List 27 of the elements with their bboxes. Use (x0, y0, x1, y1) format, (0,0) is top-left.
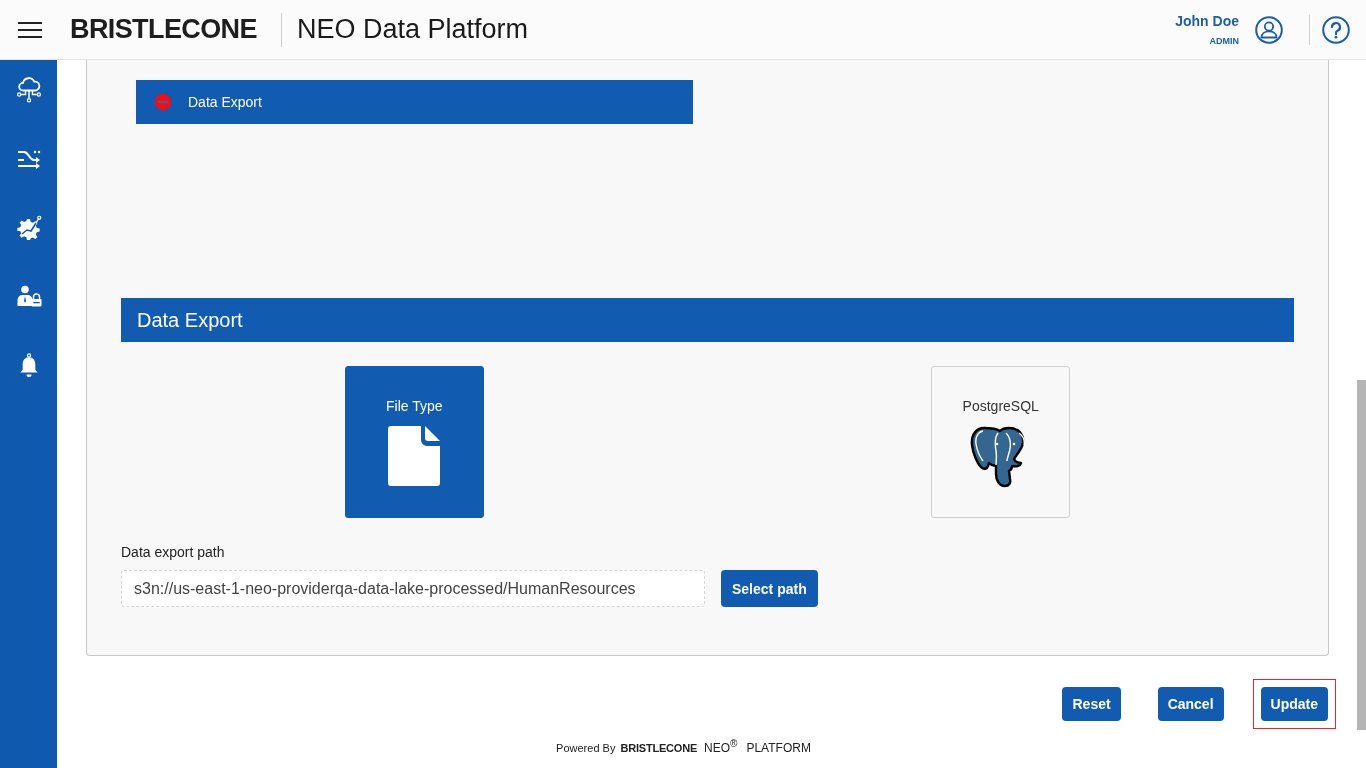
user-lock-icon[interactable] (15, 284, 42, 310)
menu-icon[interactable] (18, 21, 42, 38)
brand-logo-text: BRISTLECONE (70, 14, 257, 45)
target-card[interactable]: PostgreSQL (931, 366, 1071, 518)
app-title: NEO Data Platform (296, 14, 528, 45)
action-button[interactable]: Cancel (1157, 687, 1224, 721)
path-input-field[interactable]: s3n://us-east-1-neo-providerqa-data-lake-processed/HumanResources (121, 570, 705, 607)
platform-label: PLATFORM (746, 741, 811, 755)
help-icon[interactable] (1322, 15, 1350, 44)
action-button[interactable]: Reset (1062, 687, 1121, 721)
gear-network-icon[interactable] (15, 215, 42, 241)
section-title: Data Export (137, 308, 243, 332)
action-button[interactable]: Update (1260, 687, 1328, 721)
target-card[interactable]: File Type (344, 366, 484, 518)
user-role: ADMIN (1209, 36, 1239, 46)
scrollbar-thumb[interactable] (1357, 380, 1366, 730)
cloud-network-icon[interactable] (15, 77, 42, 103)
footer-brand-text: BRISTLECONE (620, 742, 698, 754)
path-label: Data export path (121, 544, 225, 560)
product-name: NEO$^{®}$ (704, 738, 738, 755)
minus-circle-icon (155, 94, 171, 110)
document-icon (388, 426, 441, 486)
user-profile-icon[interactable] (1255, 15, 1283, 44)
select-path-button[interactable]: Select path (721, 570, 818, 607)
step-item[interactable]: Data Export (136, 80, 693, 124)
user-name: John Doe (1175, 13, 1239, 29)
powered-by-label: Powered By (556, 742, 616, 754)
